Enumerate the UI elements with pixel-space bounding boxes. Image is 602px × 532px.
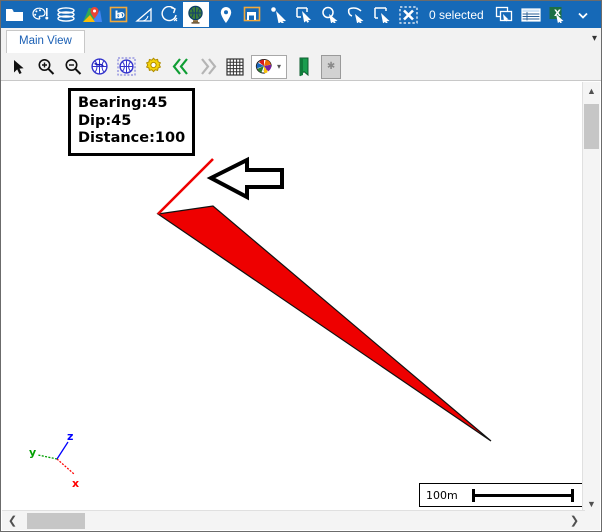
scroll-up-arrow-icon[interactable]: ▲ [583,82,600,99]
scale-bar-label: 100m [426,488,458,502]
clear-selection-icon[interactable] [395,2,421,27]
scale-bar-rule [472,489,574,502]
vertical-scroll-thumb[interactable] [584,104,599,149]
location-pin-icon[interactable] [213,2,239,27]
angle-measure-icon[interactable] [131,2,157,27]
svg-text:z: z [67,430,73,443]
open-folder-icon[interactable] [1,2,27,27]
globe-rotate-icon[interactable] [86,55,113,79]
orbit-icon[interactable] [157,2,183,27]
annotation-info-box: Bearing:45 Dip:45 Distance:100 [68,88,196,157]
select-box-icon[interactable] [369,2,395,27]
select-lasso-icon[interactable] [343,2,369,27]
trace-line [157,158,214,215]
bo-tool-icon[interactable]: b [105,2,131,27]
next-double-chevron-icon[interactable] [194,55,221,79]
star-icon[interactable]: ✱ [321,54,342,79]
zoom-in-icon[interactable] [32,55,59,79]
selection-count-label: 0 selected [429,7,484,22]
application-window: b 0 selected X Main View ▾ ▾ ✱ x y z Bea… [0,0,602,532]
svg-text:x: x [72,477,79,490]
palette-chevron-down-icon[interactable]: ▾ [274,62,284,71]
annotation-distance: Distance:100 [78,130,186,147]
scroll-right-arrow-icon[interactable]: ❯ [566,511,583,530]
prev-double-chevron-icon[interactable] [167,55,194,79]
scroll-down-arrow-icon[interactable]: ▼ [583,495,600,512]
scale-bar: 100m [419,483,583,507]
tab-main-view[interactable]: Main View [6,30,85,53]
excel-export-icon[interactable]: X [544,2,570,27]
select-point-icon[interactable] [265,2,291,27]
annotation-dip: Dip:45 [78,112,132,129]
wedge-polygon [156,205,492,442]
pointer-arrow [206,156,284,201]
gear-icon[interactable] [140,55,167,79]
horizontal-scroll-thumb[interactable] [27,513,85,529]
tab-overflow-chevron-icon[interactable]: ▾ [592,34,597,44]
copy-window-icon[interactable] [492,2,518,27]
globe-pan-icon[interactable] [113,55,140,79]
select-circle-icon[interactable] [317,2,343,27]
grid-icon[interactable] [221,55,248,79]
3d-view-canvas[interactable]: x y z Bearing:45 Dip:45 Distance:100 100… [2,82,585,512]
map-pin-icon[interactable] [79,2,105,27]
zoom-out-icon[interactable] [59,55,86,79]
axis-triad: x y z [29,430,79,490]
svg-text:y: y [29,446,36,459]
window-frame-icon[interactable] [239,2,265,27]
globe-icon[interactable] [183,2,209,27]
layers-icon[interactable] [53,2,79,27]
scroll-left-arrow-icon[interactable]: ❮ [4,511,21,530]
horizontal-scrollbar[interactable]: ❮ ❯ [2,510,585,530]
scrollbar-corner [583,511,600,530]
pointer-icon[interactable] [5,55,32,79]
main-toolbar: b 0 selected X [1,1,601,28]
table-icon[interactable] [518,2,544,27]
view-toolbar: ▾ ✱ [1,53,601,81]
overflow-chevron-icon[interactable] [570,2,596,27]
color-palette-dropdown[interactable]: ▾ [251,54,288,79]
annotation-bearing: Bearing:45 [78,95,168,111]
palette-settings-icon[interactable] [27,2,53,27]
select-rectangle-icon[interactable] [291,2,317,27]
bookmark-icon[interactable] [290,55,317,79]
vertical-scrollbar[interactable]: ▲ ▼ [582,82,600,512]
tab-strip: Main View ▾ [1,28,601,54]
